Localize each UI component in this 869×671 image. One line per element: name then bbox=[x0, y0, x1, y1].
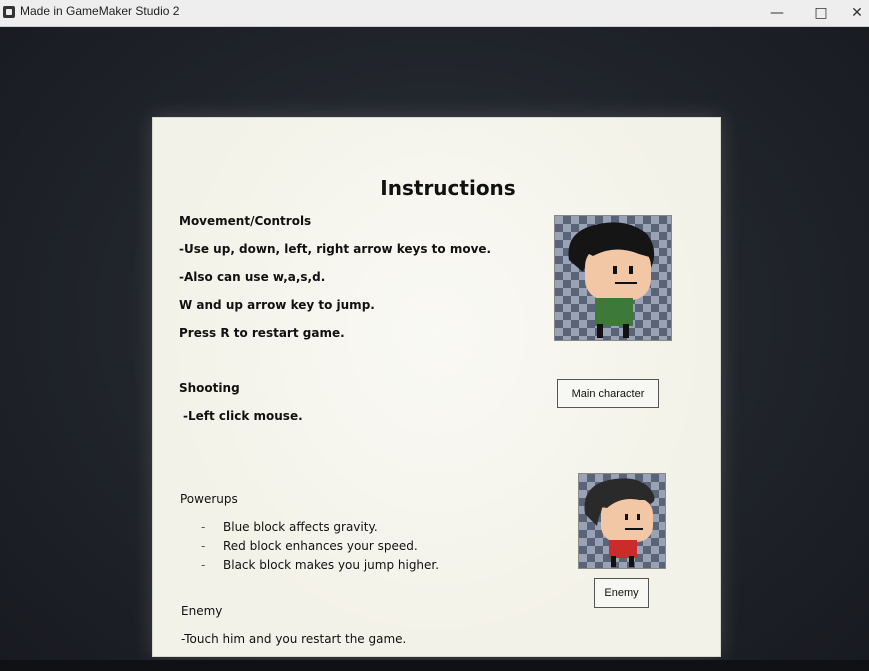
instructions-panel: Instructions Movement/Controls -Use up, … bbox=[152, 117, 721, 657]
taskbar bbox=[0, 660, 869, 671]
gamemaker-icon bbox=[3, 6, 15, 18]
window-titlebar[interactable]: Made in GameMaker Studio 2 — □ ✕ bbox=[0, 0, 869, 27]
movement-line: -Also can use w,a,s,d. bbox=[179, 270, 326, 284]
enemy-sprite bbox=[578, 473, 666, 569]
movement-line: W and up arrow key to jump. bbox=[179, 298, 375, 312]
bullet-dash: - bbox=[201, 558, 206, 572]
movement-heading: Movement/Controls bbox=[179, 214, 312, 228]
main-character-sprite bbox=[554, 215, 672, 341]
movement-line: -Use up, down, left, right arrow keys to… bbox=[179, 242, 492, 256]
window-title: Made in GameMaker Studio 2 bbox=[20, 4, 180, 18]
powerup-item-label: Red block enhances your speed. bbox=[223, 539, 418, 553]
powerup-item: - Red block enhances your speed. bbox=[201, 539, 418, 553]
close-button[interactable]: ✕ bbox=[842, 2, 869, 24]
bullet-dash: - bbox=[201, 539, 206, 553]
enemy-line: -Touch him and you restart the game. bbox=[181, 632, 407, 646]
powerup-item: - Black block makes you jump higher. bbox=[201, 558, 439, 572]
powerup-item-label: Blue block affects gravity. bbox=[223, 520, 378, 534]
maximize-button[interactable]: □ bbox=[806, 2, 836, 24]
bullet-dash: - bbox=[201, 520, 206, 534]
movement-line: Press R to restart game. bbox=[179, 326, 345, 340]
minimize-button[interactable]: — bbox=[762, 2, 792, 24]
game-canvas[interactable]: Instructions Movement/Controls -Use up, … bbox=[0, 27, 869, 671]
shooting-line: -Left click mouse. bbox=[183, 409, 303, 423]
powerup-item-label: Black block makes you jump higher. bbox=[223, 558, 440, 572]
enemy-heading: Enemy bbox=[181, 604, 223, 618]
enemy-icon bbox=[584, 478, 655, 567]
main-character-icon bbox=[568, 222, 655, 338]
main-character-caption: Main character bbox=[557, 379, 659, 408]
enemy-caption: Enemy bbox=[594, 578, 649, 608]
instructions-title: Instructions bbox=[380, 176, 516, 200]
shooting-heading: Shooting bbox=[179, 381, 240, 395]
powerup-item: - Blue block affects gravity. bbox=[201, 520, 378, 534]
powerups-heading: Powerups bbox=[180, 492, 238, 506]
